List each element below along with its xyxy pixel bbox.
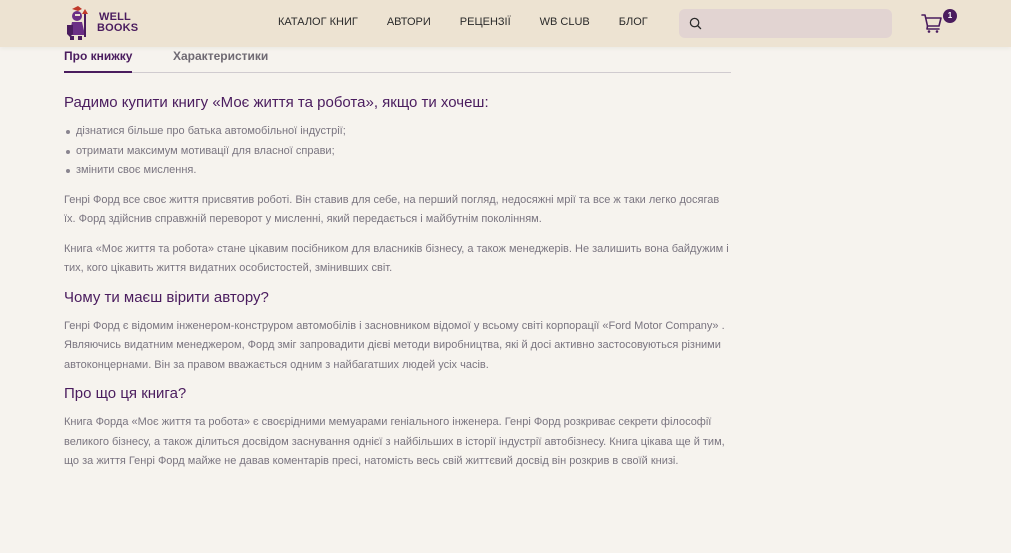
section-heading-author: Чому ти маєш вірити автору?: [64, 288, 269, 306]
section-heading-about: Про що ця книга?: [64, 385, 187, 402]
knight-logo-icon: [67, 6, 88, 40]
list-item: дізнатися більше про батька автомобільно…: [64, 122, 732, 142]
logo-text: WELL BOOKS: [97, 12, 138, 34]
list-item: отримати максимум мотивації для власної …: [64, 142, 732, 162]
paragraph-intro: Генрі Форд все своє життя присвятив робо…: [64, 193, 720, 226]
book-tabs: Про книжку Характеристики: [64, 47, 731, 73]
main-nav: КАТАЛОГ КНИГ АВТОРИ РЕЦЕНЗІЇ WB CLUB БЛО…: [278, 16, 677, 28]
nav-reviews[interactable]: РЕЦЕНЗІЇ: [460, 16, 511, 28]
paragraph-about: Книга Форда «Моє життя та робота» є своє…: [64, 416, 725, 467]
search-icon[interactable]: [689, 17, 702, 30]
logo-text-line2: BOOKS: [97, 22, 139, 34]
nav-wb-club[interactable]: WB CLUB: [540, 16, 590, 28]
cart-icon[interactable]: [920, 12, 944, 34]
paragraph-author: Генрі Форд є відомим інженером-конструро…: [64, 319, 725, 371]
search-box[interactable]: [679, 9, 892, 38]
nav-authors[interactable]: АВТОРИ: [387, 16, 431, 28]
site-header: WELL BOOKS КАТАЛОГ КНИГ АВТОРИ РЕЦЕНЗІЇ …: [0, 0, 1011, 47]
tab-characteristics[interactable]: Характеристики: [173, 49, 268, 73]
list-item: змінити своє мислення.: [64, 161, 732, 181]
section-heading-why-buy: Радимо купити книгу «Моє життя та робота…: [64, 94, 489, 111]
logo[interactable]: WELL BOOKS: [64, 5, 138, 41]
nav-catalog[interactable]: КАТАЛОГ КНИГ: [278, 16, 358, 28]
search-input[interactable]: [709, 9, 885, 38]
nav-blog[interactable]: БЛОГ: [619, 16, 648, 28]
paragraph-audience: Книга «Моє життя та робота» стане цікави…: [64, 242, 729, 275]
reasons-list: дізнатися більше про батька автомобільно…: [64, 122, 732, 181]
cart-count-badge: 1: [943, 9, 957, 23]
book-description: Радимо купити книгу «Моє життя та робота…: [64, 94, 732, 482]
tab-about-book[interactable]: Про книжку: [64, 49, 133, 73]
